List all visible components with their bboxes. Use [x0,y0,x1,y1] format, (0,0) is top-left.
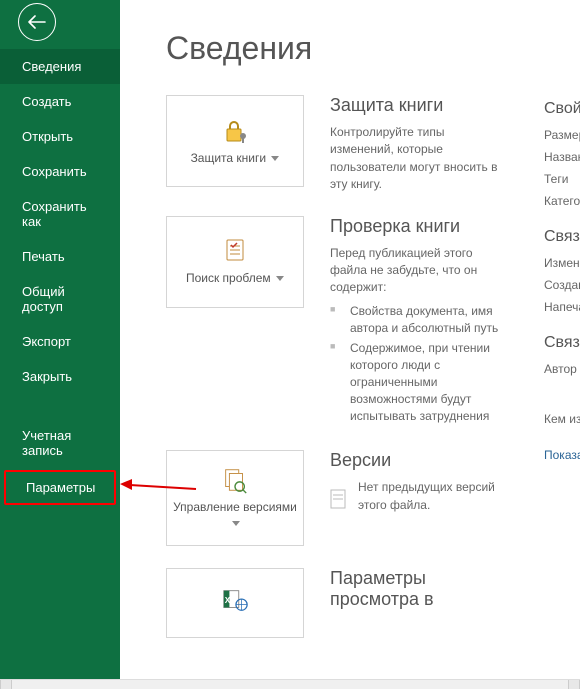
props-people-heading: Связанные пользователи [544,334,580,352]
menu-account[interactable]: Учетная запись [0,418,120,468]
menu-info[interactable]: Сведения [0,49,120,84]
manage-versions-button[interactable]: Управление версиями [166,450,304,546]
check-issues-button[interactable]: Поиск проблем [166,216,304,308]
prop-tags: Теги [544,170,580,188]
browser-view-button[interactable]: X [166,568,304,638]
scroll-track[interactable] [12,680,568,689]
back-button[interactable] [18,3,56,41]
properties-panel: Свойства Размер Название Теги Категории … [544,100,580,468]
versions-tile-label: Управление версиями [167,500,303,530]
protect-desc: Контролируйте типы изменений, которые по… [330,124,500,194]
prop-created: Создан [544,276,580,294]
menu-save-as[interactable]: Сохранить как [0,189,120,239]
menu-share[interactable]: Общий доступ [0,274,120,324]
versions-desc: Нет предыдущих версий этого файла. [358,479,500,514]
protect-tile-label: Защита книги [191,151,280,166]
content-panel: Сведения Защита книги Защита книги Контр… [120,0,580,689]
menu-options[interactable]: Параметры [4,470,116,505]
menu-separator [0,394,120,418]
excel-globe-icon: X [221,586,249,614]
checklist-icon [221,237,249,265]
menu-new[interactable]: Создать [0,84,120,119]
inspect-item: Содержимое, при чтении которого люди с о… [330,340,500,424]
document-icon [330,489,350,514]
section-inspect: Поиск проблем Проверка книги Перед публи… [166,216,580,429]
browser-view-title: Параметры просмотра в [330,568,500,610]
show-all-link[interactable]: Показать все [544,446,580,464]
lock-icon [221,117,249,145]
menu-save[interactable]: Сохранить [0,154,120,189]
horizontal-scrollbar[interactable] [0,679,580,689]
inspect-title: Проверка книги [330,216,500,237]
menu-export[interactable]: Экспорт [0,324,120,359]
props-heading: Свойства [544,100,580,118]
backstage-sidebar: Сведения Создать Открыть Сохранить Сохра… [0,0,120,689]
prop-author: Автор [544,360,580,378]
scroll-right-button[interactable] [568,680,580,689]
versions-title: Версии [330,450,500,471]
prop-categories: Категории [544,192,580,210]
prop-modified-by: Кем изменен [544,410,580,428]
inspect-desc: Перед публикацией этого файла не забудьт… [330,245,500,297]
chevron-down-icon [232,521,240,526]
backstage-menu: Сведения Создать Открыть Сохранить Сохра… [0,49,120,505]
prop-modified: Изменен [544,254,580,272]
inspect-tile-label: Поиск проблем [186,271,284,286]
section-browser-view: X Параметры просмотра в [166,568,580,638]
menu-print[interactable]: Печать [0,239,120,274]
inspect-item: Свойства документа, имя автора и абсолют… [330,303,500,337]
versions-icon [221,466,249,494]
menu-close[interactable]: Закрыть [0,359,120,394]
prop-size: Размер [544,126,580,144]
prop-printed: Напечатан [544,298,580,316]
menu-open[interactable]: Открыть [0,119,120,154]
page-title: Сведения [166,30,580,67]
protect-title: Защита книги [330,95,500,116]
props-dates-heading: Связанные даты [544,228,580,246]
chevron-down-icon [271,156,279,161]
inspect-list: Свойства документа, имя автора и абсолют… [330,303,500,425]
svg-text:X: X [225,595,231,605]
section-protect: Защита книги Защита книги Контролируйте … [166,95,580,194]
scroll-left-button[interactable] [0,680,12,689]
protect-workbook-button[interactable]: Защита книги [166,95,304,187]
section-versions: Управление версиями Версии Нет предыдущи… [166,450,580,546]
arrow-left-icon [28,15,46,29]
chevron-down-icon [276,276,284,281]
prop-name: Название [544,148,580,166]
